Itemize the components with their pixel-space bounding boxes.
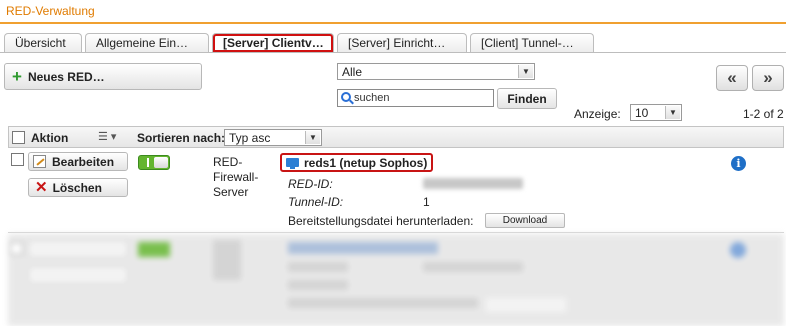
page-info: 1-2 of 2 xyxy=(743,107,784,121)
delete-icon: ✕ xyxy=(35,179,48,196)
row-checkbox[interactable] xyxy=(11,153,24,166)
select-all-checkbox[interactable] xyxy=(12,131,25,144)
info-icon[interactable]: i xyxy=(731,156,746,171)
row-type: RED- Firewall- Server xyxy=(213,155,259,199)
tab-divider xyxy=(0,52,786,53)
red-id-value-redacted xyxy=(423,178,523,189)
display-count-value: 10 xyxy=(635,105,649,120)
sort-label: Sortieren nach: xyxy=(137,131,226,145)
sort-select-value: Typ asc xyxy=(229,130,271,145)
download-label: Bereitstellungsdatei herunterladen: xyxy=(288,214,474,228)
plus-icon: + xyxy=(12,67,22,86)
tab-overview[interactable]: Übersicht xyxy=(4,33,82,53)
sort-select[interactable]: Typ asc ▼ xyxy=(224,129,322,146)
red-name[interactable]: reds1 (netup Sophos) xyxy=(280,153,434,172)
new-red-label: Neues RED… xyxy=(27,69,105,84)
red-name-label: reds1 (netup Sophos) xyxy=(304,155,428,170)
edit-button-label: Bearbeiten xyxy=(52,154,115,169)
red-id-label: RED-ID: xyxy=(288,177,333,191)
find-button[interactable]: Finden xyxy=(497,88,557,109)
search-input[interactable]: suchen xyxy=(337,89,494,107)
tab-general-settings[interactable]: Allgemeine Ein… xyxy=(85,33,209,53)
edit-button[interactable]: Bearbeiten xyxy=(28,152,128,171)
list-icon[interactable]: ☰ ▾ xyxy=(98,130,116,143)
action-column-header: Aktion xyxy=(31,131,69,145)
display-label: Anzeige: xyxy=(574,107,621,121)
chevron-down-icon: ▼ xyxy=(305,131,320,144)
new-red-button[interactable]: + Neues RED… xyxy=(4,63,202,90)
download-button[interactable]: Download xyxy=(485,213,565,228)
table-row-redacted xyxy=(8,234,784,326)
prev-page-button[interactable]: « xyxy=(716,65,748,91)
search-placeholder: suchen xyxy=(354,92,390,104)
enable-toggle[interactable] xyxy=(138,155,170,170)
delete-button[interactable]: ✕ Löschen xyxy=(28,178,128,197)
next-page-button[interactable]: » xyxy=(752,65,784,91)
tab-server-client-management[interactable]: [Server] Clientv… xyxy=(212,33,334,53)
filter-select-value: Alle xyxy=(342,64,363,79)
chevron-down-icon: ▼ xyxy=(518,65,533,78)
tab-client-tunnel[interactable]: [Client] Tunnel-… xyxy=(470,33,594,53)
tunnel-id-value: 1 xyxy=(423,195,430,209)
table-header: Aktion ☰ ▾ Sortieren nach: xyxy=(8,126,784,148)
display-count-select[interactable]: 10 ▼ xyxy=(630,104,682,121)
edit-icon xyxy=(33,155,46,168)
tunnel-id-label: Tunnel-ID: xyxy=(288,195,344,209)
search-icon xyxy=(341,92,351,102)
delete-button-label: Löschen xyxy=(52,180,102,195)
monitor-icon xyxy=(286,158,299,169)
chevron-down-icon: ▼ xyxy=(665,106,680,119)
tab-server-setup[interactable]: [Server] Einricht… xyxy=(337,33,467,53)
page-title: RED-Verwaltung xyxy=(0,0,786,24)
filter-select[interactable]: Alle ▼ xyxy=(337,63,535,80)
